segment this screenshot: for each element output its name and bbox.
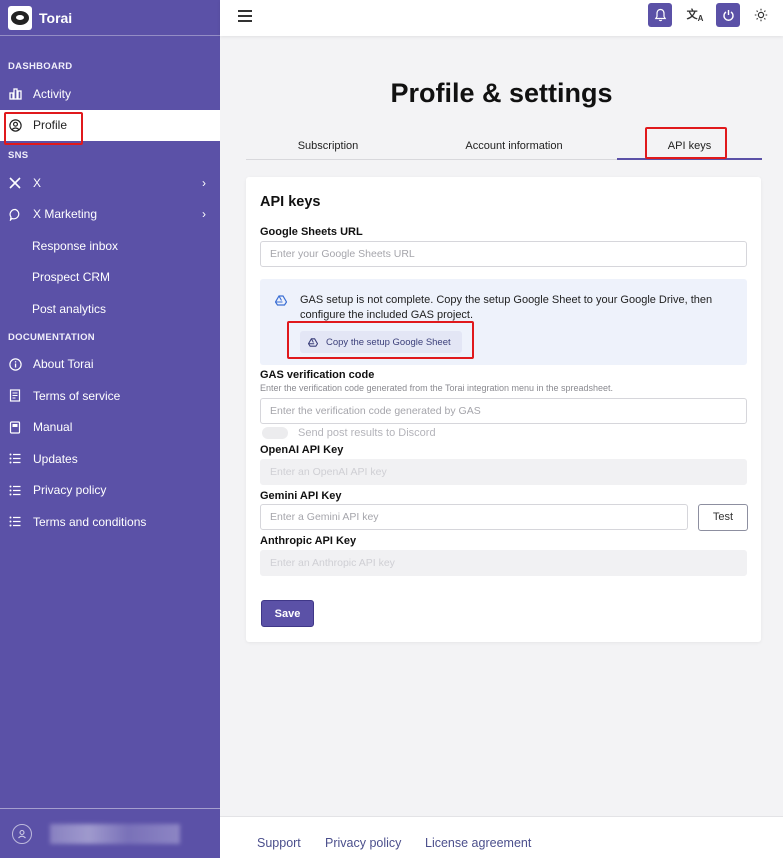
section-sns: SNS [8, 150, 29, 161]
sheets-url-label: Google Sheets URL [260, 226, 363, 238]
sidebar-item-terms-of-service[interactable]: Terms of service [0, 380, 220, 412]
sidebar-item-label: Response inbox [32, 238, 119, 253]
section-documentation: DOCUMENTATION [8, 331, 95, 343]
bar-chart-icon [8, 87, 22, 101]
chevron-right-icon: › [202, 175, 206, 190]
gas-code-label: GAS verification code [260, 369, 375, 381]
chat-bubble-icon [8, 207, 22, 221]
sidebar-item-terms-and-conditions[interactable]: Terms and conditions [0, 506, 220, 538]
discord-toggle[interactable] [262, 427, 288, 439]
app-name: Torai [39, 9, 73, 26]
tab-api-keys[interactable]: API keys [617, 132, 762, 160]
anthropic-key-label: Anthropic API Key [260, 535, 357, 547]
gas-setup-alert: GAS setup is not complete. Copy the setu… [260, 279, 747, 365]
settings-tabs: Subscription Account information API key… [246, 132, 762, 160]
api-keys-card: API keys Google Sheets URL Enter your Go… [246, 177, 761, 642]
sidebar-item-privacy-policy[interactable]: Privacy policy [0, 475, 220, 507]
sidebar-item-manual[interactable]: Manual [0, 412, 220, 444]
card-title: API keys [260, 194, 321, 210]
test-gemini-button[interactable]: Test [698, 504, 748, 531]
discord-toggle-label: Send post results to Discord [298, 427, 436, 439]
sidebar-item-x-marketing[interactable]: X Marketing › [0, 199, 220, 231]
sidebar-item-label: Manual [33, 420, 73, 435]
sidebar-item-label: Prospect CRM [32, 270, 111, 285]
bell-icon[interactable] [648, 3, 672, 27]
sidebar-item-about[interactable]: About Torai [0, 349, 220, 381]
top-bar: 文A [220, 0, 783, 36]
sidebar-item-label: X [33, 175, 42, 190]
menu-icon[interactable] [238, 10, 252, 22]
copy-button-label: Copy the setup Google Sheet [326, 336, 451, 348]
sidebar-item-label: X Marketing [33, 207, 98, 222]
page-title: Profile & settings [390, 78, 613, 108]
sidebar-item-label: About Torai [33, 357, 94, 372]
openai-key-label: OpenAI API Key [260, 444, 344, 456]
sidebar-item-label: Terms of service [33, 388, 121, 403]
openai-key-input[interactable]: Enter an OpenAI API key [260, 459, 747, 485]
section-dashboard: DASHBOARD [8, 61, 73, 72]
username-redacted [50, 823, 180, 844]
sidebar-header: Torai [0, 0, 220, 36]
tab-subscription[interactable]: Subscription [246, 132, 410, 160]
sidebar-item-label: Post analytics [32, 301, 107, 316]
book-icon [8, 420, 22, 434]
drive-icon [274, 295, 288, 309]
gas-code-input[interactable]: Enter the verification code generated by… [260, 398, 747, 424]
sidebar-item-label: Activity [33, 86, 72, 101]
translate-icon[interactable]: 文A [683, 3, 707, 27]
footer-link-license-agreement[interactable]: License agreement [425, 836, 531, 850]
app-logo[interactable] [8, 5, 32, 30]
tab-account-information[interactable]: Account information [436, 132, 592, 160]
user-circle-icon [8, 118, 22, 132]
user-account[interactable] [0, 808, 220, 858]
sidebar-item-label: Profile [33, 118, 68, 133]
sun-icon[interactable] [749, 3, 773, 27]
sidebar-item-activity[interactable]: Activity [0, 78, 220, 110]
sidebar-item-response-inbox[interactable]: Response inbox [0, 230, 220, 262]
main-content: Profile & settings Subscription Account … [220, 36, 783, 816]
sidebar-item-label: Updates [33, 451, 78, 466]
sheets-url-input[interactable]: Enter your Google Sheets URL [260, 241, 747, 267]
chevron-right-icon: › [202, 207, 206, 222]
avatar-icon [12, 823, 32, 844]
power-icon[interactable] [716, 3, 740, 27]
sidebar-item-label: Privacy policy [33, 483, 107, 498]
list-icon [8, 483, 22, 497]
anthropic-key-input[interactable]: Enter an Anthropic API key [260, 550, 747, 576]
gemini-key-label: Gemini API Key [260, 490, 342, 502]
gemini-key-input[interactable]: Enter a Gemini API key [260, 504, 688, 530]
sidebar-item-x[interactable]: X › [0, 167, 220, 199]
sidebar-item-post-analytics[interactable]: Post analytics [0, 293, 220, 325]
sidebar-item-profile[interactable]: Profile [0, 109, 220, 141]
copy-setup-sheet-button[interactable]: Copy the setup Google Sheet [300, 331, 462, 353]
sidebar-item-updates[interactable]: Updates [0, 443, 220, 475]
footer-link-privacy-policy[interactable]: Privacy policy [325, 836, 401, 850]
sidebar-item-label: Terms and conditions [33, 514, 147, 529]
document-icon [8, 389, 22, 403]
list-icon [8, 515, 22, 529]
sidebar-item-prospect-crm[interactable]: Prospect CRM [0, 262, 220, 294]
footer-link-support[interactable]: Support [257, 836, 301, 850]
list-icon [8, 452, 22, 466]
sidebar: Torai DASHBOARD Activity Profile SNS X ›… [0, 0, 220, 858]
drive-icon [308, 337, 318, 347]
gas-code-hint: Enter the verification code generated fr… [260, 383, 614, 393]
save-button[interactable]: Save [261, 600, 314, 627]
page-footer: Support Privacy policy License agreement [220, 816, 783, 858]
info-icon [8, 357, 22, 371]
x-logo-icon [8, 176, 22, 190]
alert-message: GAS setup is not complete. Copy the setu… [300, 294, 713, 321]
